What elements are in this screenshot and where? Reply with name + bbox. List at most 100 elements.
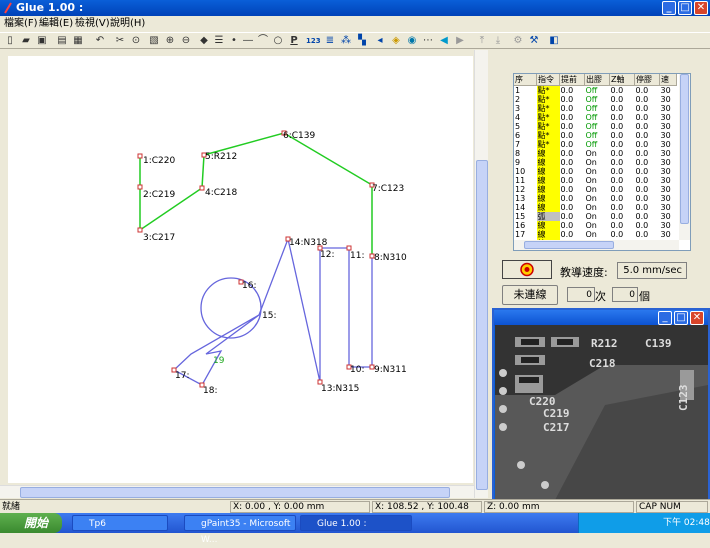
dash-icon[interactable]: ⋯ [422, 35, 434, 47]
list-icon[interactable]: ☰ [213, 35, 225, 47]
cell-advance: 0.0 [560, 185, 574, 194]
table-row[interactable]: 15 弧 0.0 On 0.0 0.0 30 [514, 212, 677, 221]
col-glue[interactable]: 出膠 [584, 74, 610, 86]
down-icon[interactable]: ⤓ [492, 35, 504, 47]
canvas-horizontal-scrollbar[interactable] [0, 485, 474, 498]
cell-z: 0.0 [610, 95, 624, 104]
status-cursor: X: 0.00 , Y: 0.00 mm [230, 501, 370, 513]
start-button[interactable]: 開始 [0, 513, 62, 533]
table-row[interactable]: 9 線 0.0 On 0.0 0.0 30 [514, 158, 677, 167]
camera-minimize-button[interactable]: _ [658, 311, 672, 325]
table-row[interactable]: 13 線 0.0 On 0.0 0.0 30 [514, 194, 677, 203]
menu-file[interactable]: 檔案(F) [4, 16, 38, 32]
menu-view[interactable]: 檢視(V) [75, 16, 110, 32]
zoom-out-icon[interactable]: ⊖ [180, 35, 192, 47]
table-row[interactable]: 2 點* 0.0 Off 0.0 0.0 30 [514, 95, 677, 104]
cell-z: 0.0 [610, 167, 624, 176]
task-glue[interactable]: Glue 1.00 : [300, 515, 412, 531]
table-row[interactable]: 1 點* 0.0 Off 0.0 0.0 30 [514, 85, 677, 95]
close-button[interactable]: ✕ [694, 1, 708, 15]
table-vscroll-thumb[interactable] [680, 74, 689, 224]
zoom-box-icon[interactable]: ▧ [148, 35, 160, 47]
col-index[interactable]: 序 [514, 74, 537, 86]
cell-command: 線 [536, 194, 560, 203]
tool-b-icon[interactable]: ⊙ [130, 35, 142, 47]
new-file-icon[interactable]: ▯ [4, 35, 16, 47]
record-button[interactable] [502, 260, 552, 279]
cell-glue: Off [585, 104, 598, 113]
ring-icon[interactable]: ◉ [406, 35, 418, 47]
p-icon[interactable]: P [288, 35, 300, 47]
stack-icon[interactable]: ≣ [324, 35, 336, 47]
table-row[interactable]: 12 線 0.0 On 0.0 0.0 30 [514, 185, 677, 194]
table-row[interactable]: 11 線 0.0 On 0.0 0.0 30 [514, 176, 677, 185]
connection-button[interactable]: 未連線 [502, 285, 558, 305]
save-icon[interactable]: ▣ [36, 35, 48, 47]
move-icon[interactable]: ◂ [374, 35, 386, 47]
col-stop[interactable]: 停膠 [634, 74, 660, 86]
grid-icon[interactable]: ▚ [356, 35, 368, 47]
cell-speed: 30 [660, 167, 671, 176]
table-horizontal-scrollbar[interactable] [514, 240, 679, 250]
cell-stop: 0.0 [635, 140, 649, 149]
cell-glue: Off [585, 113, 598, 122]
task-gpaint[interactable]: gPaint35 - Microsoft W... [184, 515, 296, 545]
print-icon[interactable]: ▦ [72, 35, 84, 47]
tool-a-icon[interactable]: ✂ [114, 35, 126, 47]
number-icon[interactable]: 123 [306, 35, 321, 47]
table-row[interactable]: 5 點* 0.0 Off 0.0 0.0 30 [514, 122, 677, 131]
left-icon[interactable]: ◀ [438, 35, 450, 47]
camera-maximize-button[interactable]: □ [674, 311, 688, 325]
table-hscroll-thumb[interactable] [524, 241, 614, 249]
camera-close-button[interactable]: ✕ [690, 311, 704, 325]
undo-icon[interactable]: ↶ [94, 35, 106, 47]
cell-z: 0.0 [610, 158, 624, 167]
circle-icon[interactable]: ○ [272, 35, 284, 47]
camera-image: R212 C139 C218 C220 C219 C217 C123 [495, 325, 708, 500]
table-row[interactable]: 6 點* 0.0 Off 0.0 0.0 30 [514, 131, 677, 140]
col-z[interactable]: Z軸 [609, 74, 635, 86]
up-icon[interactable]: ⤒ [476, 35, 488, 47]
zoom-in-icon[interactable]: ⊕ [164, 35, 176, 47]
task-tp6[interactable]: Tp6 [72, 515, 168, 531]
table-row[interactable]: 8 線 0.0 On 0.0 0.0 30 [514, 149, 677, 158]
help-icon[interactable]: ◧ [548, 35, 560, 47]
open-folder-icon[interactable]: ▰ [20, 35, 32, 47]
table-row[interactable]: 4 點* 0.0 Off 0.0 0.0 30 [514, 113, 677, 122]
point-label-19: 19 [213, 356, 225, 366]
table-vertical-scrollbar[interactable] [679, 74, 690, 240]
table-row[interactable]: 17 線 0.0 On 0.0 0.0 30 [514, 230, 677, 239]
minimize-button[interactable]: _ [662, 1, 676, 15]
point-icon[interactable]: • [228, 35, 240, 47]
cell-z: 0.0 [610, 86, 624, 95]
table-row[interactable]: 10 線 0.0 On 0.0 0.0 30 [514, 167, 677, 176]
camera-label-c139: C139 [645, 337, 672, 350]
canvas-vscroll-thumb[interactable] [476, 160, 488, 490]
right-icon[interactable]: ▶ [454, 35, 466, 47]
table-row[interactable]: 14 線 0.0 On 0.0 0.0 30 [514, 203, 677, 212]
robot-b-icon[interactable]: ⚒ [528, 35, 540, 47]
arc-icon[interactable]: ⌒ [257, 35, 269, 47]
menu-help[interactable]: 說明(H) [110, 16, 145, 32]
line-icon[interactable]: ― [242, 35, 254, 47]
col-advance[interactable]: 提前 [559, 74, 585, 86]
col-speed[interactable]: 速 [659, 74, 677, 86]
canvas-hscroll-thumb[interactable] [20, 487, 450, 498]
open-icon[interactable]: ▤ [56, 35, 68, 47]
maximize-button[interactable]: □ [678, 1, 692, 15]
multi-icon[interactable]: ⁂ [340, 35, 352, 47]
canvas-vertical-scrollbar[interactable] [474, 50, 488, 498]
table-row[interactable]: 3 點* 0.0 Off 0.0 0.0 30 [514, 104, 677, 113]
cell-stop: 0.0 [635, 212, 649, 221]
cell-stop: 0.0 [635, 104, 649, 113]
table-row[interactable]: 16 線 0.0 On 0.0 0.0 30 [514, 221, 677, 230]
point-label-1: 1:C220 [143, 156, 175, 166]
col-command[interactable]: 指令 [536, 74, 560, 86]
command-table[interactable]: 序 指令 提前 出膠 Z軸 停膠 速 1 點* 0.0 Off 0.0 0.0 30 2 點* 0… [513, 73, 691, 251]
diamond-tool-icon[interactable]: ◆ [198, 35, 210, 47]
table-row[interactable]: 7 點* 0.0 Off 0.0 0.0 30 [514, 140, 677, 149]
robot-icon[interactable]: ⚙ [512, 35, 524, 47]
drawing-canvas[interactable]: 1:C220 2:C219 3:C217 4:C218 5:R212 6:C13… [8, 56, 473, 483]
diamond-icon[interactable]: ◈ [390, 35, 402, 47]
menu-edit[interactable]: 編輯(E) [39, 16, 73, 32]
